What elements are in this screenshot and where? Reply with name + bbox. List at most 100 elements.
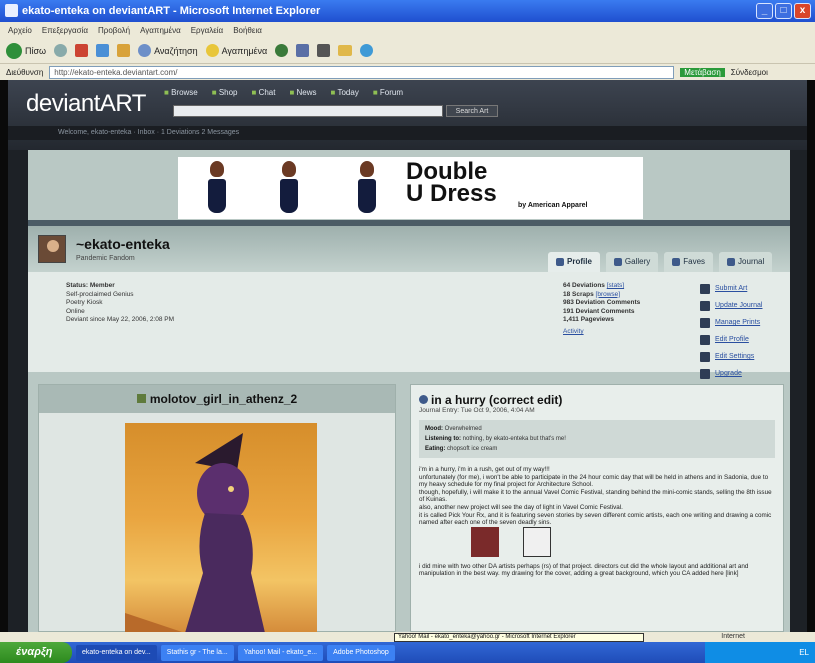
start-button[interactable]: έναρξη [0,642,72,663]
ad-model-figure [356,161,378,215]
maximize-button[interactable]: □ [775,3,792,19]
nav-browse[interactable]: Browse [164,88,198,97]
status-line[interactable]: Poetry Kiosk [66,299,174,308]
journal-paragraph: also, another new project will see the d… [419,503,623,511]
manage-prints-link[interactable]: Manage Prints [700,314,762,331]
journal-title-row: in a hurry (correct edit) [419,393,783,407]
user-subtitle: Pandemic Fandom [76,255,135,262]
site-nav: Browse Shop Chat News Today Forum [164,88,403,97]
avatar[interactable] [38,235,66,263]
ad-headline-line-2: U Dress [406,180,497,207]
home-button[interactable] [117,44,131,57]
listening-label: Listening to: [425,436,461,442]
tab-journal[interactable]: Journal [719,252,773,272]
nav-news[interactable]: News [289,88,317,97]
user-subnav[interactable]: Welcome, ekato-enteka · Inbox · 1 Deviat… [8,126,807,140]
search-button[interactable]: Αναζήτηση [138,44,198,57]
tab-gallery[interactable]: Gallery [605,252,659,272]
edit-settings-link[interactable]: Edit Settings [700,348,762,365]
pageviews: 1,411 Pageviews [563,316,614,324]
artwork-figure-image [125,433,265,632]
profile-info-panel: Status: Member Self-proclaimed Genius Po… [28,272,790,379]
browse-link[interactable]: [browse] [596,291,621,298]
mail-button[interactable] [296,44,310,57]
journal-icon [700,300,710,311]
system-tray[interactable]: EL [705,642,815,663]
deviation-icon [136,394,146,403]
nav-chat[interactable]: Chat [252,88,276,97]
upgrade-link[interactable]: Upgrade [700,365,762,382]
journal-entry: in a hurry (correct edit) Journal Entry:… [410,384,784,632]
manage-prints-label: Manage Prints [715,319,761,326]
messenger-button[interactable] [360,44,374,57]
print-button[interactable] [317,44,331,57]
minimize-button[interactable]: _ [756,3,773,19]
nav-shop[interactable]: Shop [212,88,238,97]
taskbar-item[interactable]: ekato-enteka on dev... [76,644,157,661]
address-input[interactable]: http://ekato-enteka.deviantart.com/ [49,65,675,79]
journal-body: i'm in a hurry, i'm in a rush, get out o… [419,466,775,578]
address-bar: Διεύθυνση http://ekato-enteka.deviantart… [0,64,815,80]
tab-profile[interactable]: Profile [548,252,600,272]
taskbar-item[interactable]: Adobe Photoshop [327,644,395,661]
close-button[interactable]: x [794,3,811,19]
menu-tools[interactable]: Εργαλεία [191,26,223,35]
links-label[interactable]: Σύνδεσμοι [731,68,768,77]
edit-profile-link[interactable]: Edit Profile [700,331,762,348]
taskbar-tooltip: Yahoo! Mail - ekato_enteka@yahoo.gr - Mi… [394,633,644,642]
menu-edit[interactable]: Επεξεργασία [42,26,88,35]
profile-header: ~ekato-enteka Pandemic Fandom Profile Ga… [28,226,790,272]
journal-paragraph: though, hopefully, i will make it to the… [419,488,772,504]
history-icon [275,44,289,57]
taskbar-item[interactable]: Yahoo! Mail - ekato_e... [237,644,324,661]
edit-settings-label: Edit Settings [715,353,755,360]
profile-icon [556,257,564,266]
forward-button[interactable] [54,44,68,57]
ad-byline: by American Apparel [518,202,588,209]
deviation-header: molotov_girl_in_athenz_2 [39,385,395,413]
address-label: Διεύθυνση [6,67,44,77]
ad-model-figure [278,161,300,215]
folder-button[interactable] [338,45,353,56]
menu-file[interactable]: Αρχείο [8,26,32,35]
deviation-artwork[interactable] [125,423,317,632]
username: ~ekato-enteka [76,236,170,252]
nav-today[interactable]: Today [331,88,358,97]
journal-paragraph: i did mine with two other DA artists per… [419,562,749,578]
menu-help[interactable]: Βοήθεια [233,26,262,35]
stop-icon [75,44,89,57]
favorites-button[interactable]: Αγαπημένα [205,44,267,57]
submit-art-link[interactable]: Submit Art [700,280,762,297]
refresh-button[interactable] [96,44,110,57]
journal-title[interactable]: in a hurry (correct edit) [431,393,562,407]
back-label: Πίσω [25,45,47,56]
artist-thumbnail[interactable] [471,526,499,557]
update-journal-link[interactable]: Update Journal [700,297,762,314]
deviant-since: Deviant since May 22, 2006, 2:08 PM [66,316,175,324]
banner-ad[interactable]: Double U Dress by American Apparel [178,157,643,219]
activity-link[interactable]: Activity [563,328,584,335]
site-search-button[interactable]: Search Art [446,105,498,117]
artist-thumbnail[interactable] [523,526,551,557]
back-button[interactable]: Πίσω [6,42,47,59]
status-line: Self-proclaimed Genius [66,290,134,298]
forward-arrow-icon [54,44,68,57]
menu-view[interactable]: Προβολή [98,26,130,35]
tab-faves[interactable]: Faves [664,252,714,272]
site-search-input[interactable] [173,105,443,117]
taskbar-item[interactable]: Stathis gr - The la... [160,644,234,661]
menu-favorites[interactable]: Αγαπημένα [140,26,181,35]
settings-icon [700,351,710,362]
search-label: Αναζήτηση [154,45,198,56]
update-journal-label: Update Journal [715,302,763,309]
eating-label: Eating: [425,446,446,452]
stop-button[interactable] [75,44,89,57]
deviation-title[interactable]: molotov_girl_in_athenz_2 [150,392,297,406]
deviantart-logo[interactable]: deviantART [26,90,146,118]
stats-link[interactable]: [stats] [607,282,624,289]
folder-icon [338,45,353,56]
history-button[interactable] [275,44,289,57]
nav-forum[interactable]: Forum [373,88,403,97]
mail-icon [296,44,310,57]
go-button[interactable]: Μετάβαση [680,67,725,77]
